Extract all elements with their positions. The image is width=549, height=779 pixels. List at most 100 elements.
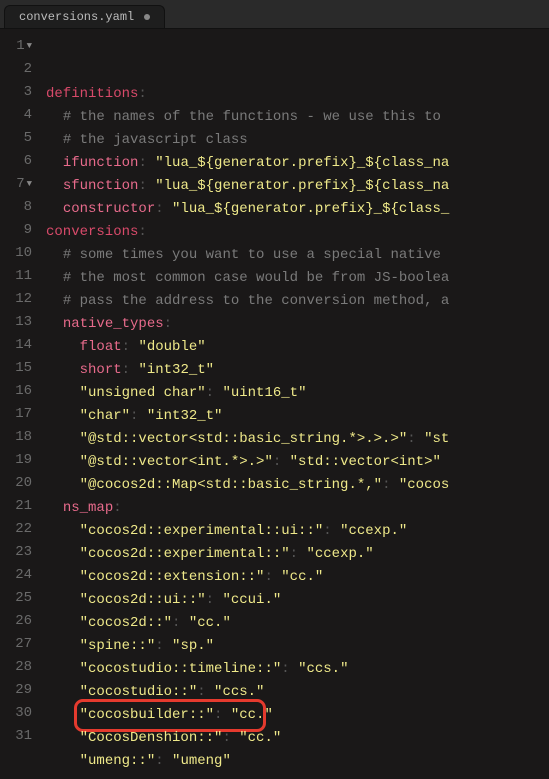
- token: [46, 523, 80, 539]
- token: [46, 500, 63, 516]
- code-line[interactable]: "@std::vector<std::basic_string.*>.>.>":…: [38, 428, 549, 451]
- token: :: [122, 362, 139, 378]
- token: :: [281, 661, 298, 677]
- token: "sp.": [172, 638, 214, 654]
- token: :: [164, 316, 172, 332]
- code-line[interactable]: [38, 773, 549, 779]
- line-number: 20: [0, 472, 38, 495]
- code-line[interactable]: ns_map:: [38, 497, 549, 520]
- code-line[interactable]: float: "double": [38, 336, 549, 359]
- code-line[interactable]: "cocos2d::": "cc.": [38, 612, 549, 635]
- token: [46, 316, 63, 332]
- token: [46, 339, 80, 355]
- line-number: 16: [0, 380, 38, 403]
- code-line[interactable]: "@cocos2d::Map<std::basic_string.*,": "c…: [38, 474, 549, 497]
- token: [46, 293, 63, 309]
- token: :: [155, 201, 172, 217]
- line-number: 28: [0, 656, 38, 679]
- token: :: [155, 753, 172, 769]
- code-line[interactable]: "unsigned char": "uint16_t": [38, 382, 549, 405]
- line-number: 15: [0, 357, 38, 380]
- code-line[interactable]: "umeng::": "umeng": [38, 750, 549, 773]
- token: "int32_t": [147, 408, 223, 424]
- code-line[interactable]: "cocos2d::ui::": "ccui.": [38, 589, 549, 612]
- code-line[interactable]: short: "int32_t": [38, 359, 549, 382]
- code-line[interactable]: "cocostudio::timeline::": "ccs.": [38, 658, 549, 681]
- line-number: 7▼: [0, 173, 38, 196]
- token: sfunction: [63, 178, 139, 194]
- token: :: [290, 546, 307, 562]
- code-line[interactable]: # the most common case would be from JS-…: [38, 267, 549, 290]
- token: [46, 408, 80, 424]
- token: "lua_${generator.prefix}_${class_na: [155, 155, 449, 171]
- code-line[interactable]: # the names of the functions - we use th…: [38, 106, 549, 129]
- line-number: 4: [0, 104, 38, 127]
- token: :: [206, 592, 223, 608]
- editor[interactable]: 1▼234567▼8910111213141516171819202122232…: [0, 29, 549, 779]
- line-number: 30: [0, 702, 38, 725]
- token: "ccexp.": [340, 523, 407, 539]
- token: :: [407, 431, 424, 447]
- token: [46, 270, 63, 286]
- code-line[interactable]: ifunction: "lua_${generator.prefix}_${cl…: [38, 152, 549, 175]
- token: "cocos2d::experimental::": [80, 546, 290, 562]
- token: # some times you want to use a special n…: [63, 247, 449, 263]
- token: "cc.": [189, 615, 231, 631]
- line-number: 26: [0, 610, 38, 633]
- token: float: [80, 339, 122, 355]
- code-line[interactable]: conversions:: [38, 221, 549, 244]
- code-line[interactable]: "@std::vector<int.*>.>": "std::vector<in…: [38, 451, 549, 474]
- line-number: 23: [0, 541, 38, 564]
- code-line[interactable]: "cocostudio::": "ccs.": [38, 681, 549, 704]
- code-line[interactable]: "cocos2d::experimental::": "ccexp.": [38, 543, 549, 566]
- token: constructor: [63, 201, 155, 217]
- code-line[interactable]: # pass the address to the conversion met…: [38, 290, 549, 313]
- token: "unsigned char": [80, 385, 206, 401]
- token: "lua_${generator.prefix}_${class_na: [155, 178, 449, 194]
- file-tab[interactable]: conversions.yaml: [4, 5, 165, 28]
- line-number: 22: [0, 518, 38, 541]
- token: :: [130, 408, 147, 424]
- line-number: 8: [0, 196, 38, 219]
- token: "char": [80, 408, 130, 424]
- token: :: [138, 86, 146, 102]
- token: [46, 684, 80, 700]
- fold-toggle-icon[interactable]: ▼: [27, 35, 32, 58]
- line-number: 31: [0, 725, 38, 748]
- token: "umeng::": [80, 753, 156, 769]
- code-line[interactable]: "cocos2d::experimental::ui::": "ccexp.": [38, 520, 549, 543]
- token: "cocostudio::": [80, 684, 198, 700]
- code-line[interactable]: "CocosDenshion::": "cc.": [38, 727, 549, 750]
- token: "cocosbuilder::": [80, 707, 214, 723]
- token: :: [382, 477, 399, 493]
- token: [46, 615, 80, 631]
- line-number: 21: [0, 495, 38, 518]
- token: [46, 431, 80, 447]
- line-number: 5: [0, 127, 38, 150]
- code-line[interactable]: "cocos2d::extension::": "cc.": [38, 566, 549, 589]
- line-number: 27: [0, 633, 38, 656]
- code-line[interactable]: native_types:: [38, 313, 549, 336]
- fold-toggle-icon[interactable]: ▼: [27, 173, 32, 196]
- code-line[interactable]: # some times you want to use a special n…: [38, 244, 549, 267]
- line-number: 2: [0, 58, 38, 81]
- token: "ccui.": [222, 592, 281, 608]
- token: :: [122, 339, 139, 355]
- line-number: 18: [0, 426, 38, 449]
- code-line[interactable]: "cocosbuilder::": "cc.": [38, 704, 549, 727]
- code-line[interactable]: definitions:: [38, 83, 549, 106]
- token: "umeng": [172, 753, 231, 769]
- token: "cocos2d::extension::": [80, 569, 265, 585]
- code-line[interactable]: constructor: "lua_${generator.prefix}_${…: [38, 198, 549, 221]
- token: # pass the address to the conversion met…: [63, 293, 449, 309]
- code-line[interactable]: # the javascript class: [38, 129, 549, 152]
- code-area[interactable]: definitions: # the names of the function…: [38, 29, 549, 779]
- code-line[interactable]: "char": "int32_t": [38, 405, 549, 428]
- token: "cocos: [399, 477, 449, 493]
- token: "ccs.": [214, 684, 264, 700]
- code-line[interactable]: "spine::": "sp.": [38, 635, 549, 658]
- token: :: [273, 454, 290, 470]
- code-line[interactable]: sfunction: "lua_${generator.prefix}_${cl…: [38, 175, 549, 198]
- token: [46, 661, 80, 677]
- token: [46, 730, 80, 746]
